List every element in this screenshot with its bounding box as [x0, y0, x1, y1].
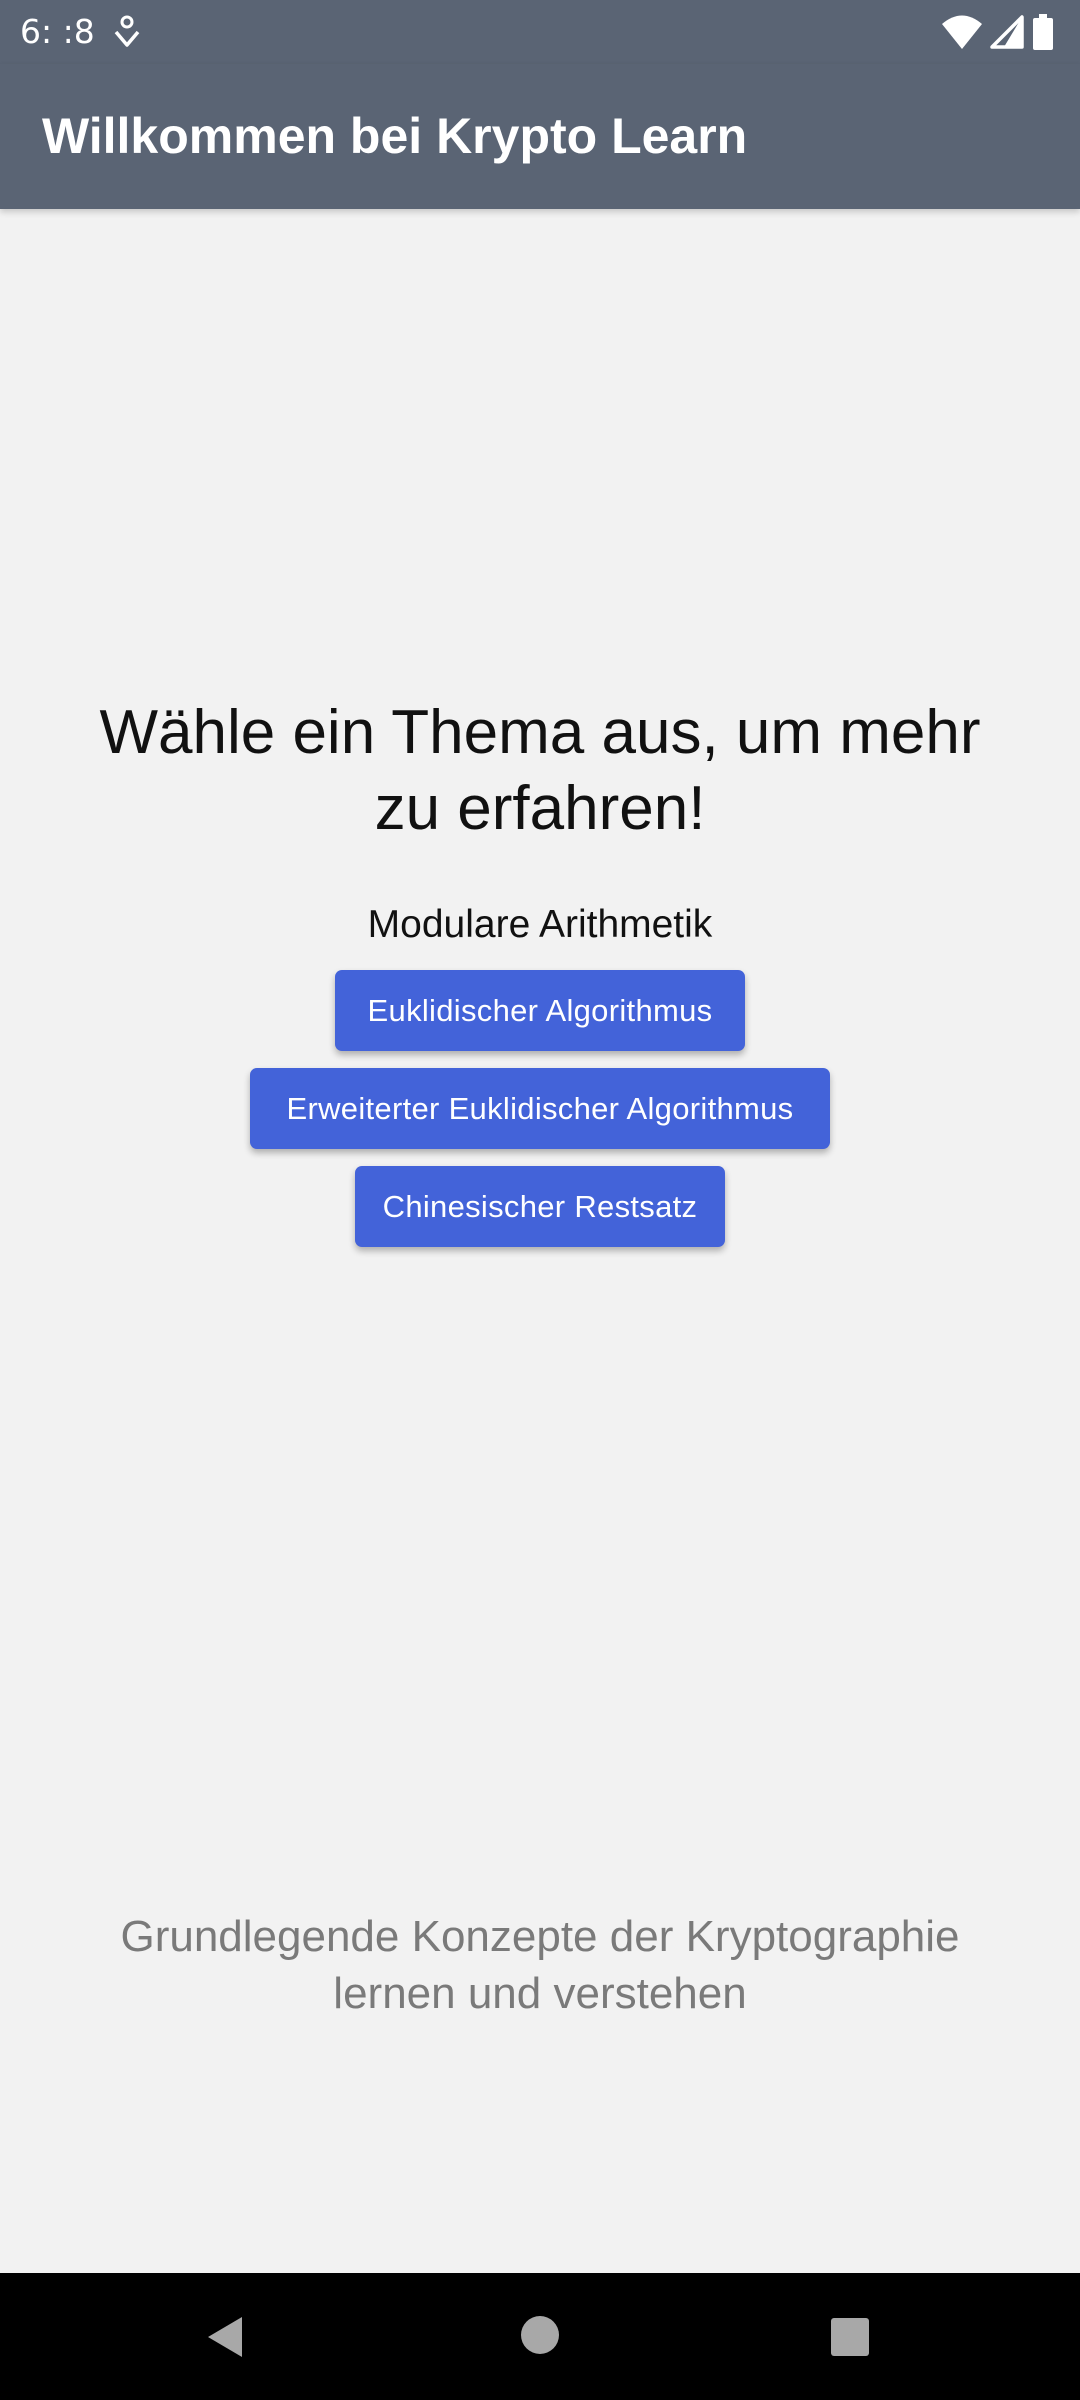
status-bar: 6: :8 — [0, 0, 1080, 64]
home-icon[interactable] — [520, 2315, 560, 2355]
chinesischer-restsatz-button[interactable]: Chinesischer Restsatz — [355, 1166, 725, 1247]
recent-apps-icon[interactable] — [830, 2317, 870, 2357]
status-icons — [942, 13, 1054, 51]
euklidischer-algorithmus-button[interactable]: Euklidischer Algorithmus — [335, 970, 745, 1051]
app-bar: Willkommen bei Krypto Learn — [0, 64, 1080, 209]
status-time: 6: :8 — [20, 12, 95, 51]
footer-text: Grundlegende Konzepte der Kryptographie … — [120, 1912, 960, 2018]
app-title: Willkommen bei Krypto Learn — [42, 108, 748, 164]
navigation-bar — [0, 2273, 1080, 2400]
erweiterter-euklidischer-algorithmus-button[interactable]: Erweiterter Euklidischer Algorithmus — [250, 1068, 830, 1149]
topic-label: Modulare Arithmetik — [367, 903, 713, 946]
signal-icon — [990, 15, 1024, 49]
battery-icon — [1033, 14, 1053, 50]
headline: Wähle ein Thema aus, um mehr zu erfahren… — [99, 698, 981, 843]
wifi-icon — [942, 15, 982, 49]
back-icon[interactable] — [200, 2313, 248, 2361]
notification-icon — [114, 15, 140, 47]
